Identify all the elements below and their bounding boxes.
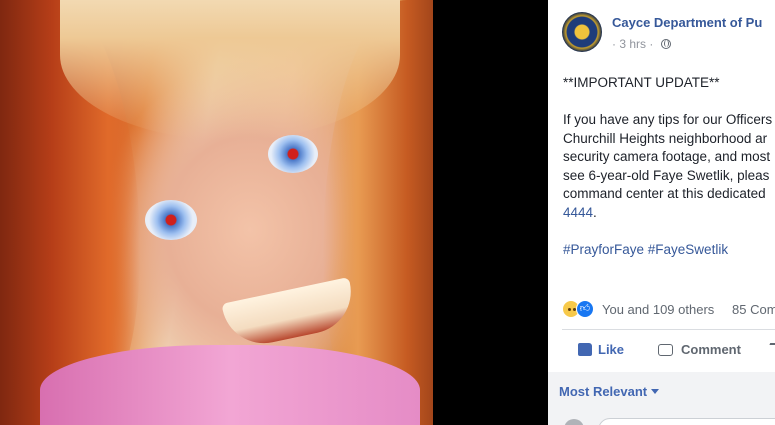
photo-shirt <box>40 345 420 425</box>
post-line <box>563 222 775 241</box>
divider <box>562 329 775 330</box>
comment-sort-dropdown[interactable]: Most Relevant <box>559 384 660 399</box>
comment-label: Comment <box>681 342 741 357</box>
phone-suffix: . <box>593 204 597 220</box>
action-bar: Like Comment <box>562 336 775 366</box>
like-label: Like <box>598 342 625 357</box>
page-name-link[interactable]: Cayce Department of Pu <box>612 15 762 30</box>
post-line: If you have any tips for our Officers <box>563 112 773 127</box>
post-line: **IMPORTANT UPDATE** <box>563 75 720 90</box>
thumbs-up-icon <box>578 343 592 356</box>
post-line: see 6-year-old Faye Swetlik, pleas <box>563 167 770 183</box>
comments-count[interactable]: 85 Com <box>732 302 775 317</box>
comment-bubble-icon <box>658 344 673 356</box>
post-line: command center at this dedicated <box>563 186 766 201</box>
post-header: Cayce Department of Pu · 3 hrs · <box>562 10 775 54</box>
post-text: **IMPORTANT UPDATE** If you have any tip… <box>563 74 775 259</box>
phone-link[interactable]: 4444 <box>563 205 593 220</box>
avatar <box>564 419 584 425</box>
photo-eye-right <box>268 135 318 173</box>
comment-input[interactable] <box>598 418 775 425</box>
comments-area: Most Relevant <box>548 372 775 425</box>
sort-label: Most Relevant <box>559 384 648 399</box>
globe-icon <box>660 39 671 49</box>
post-line <box>563 93 775 112</box>
like-button[interactable]: Like <box>578 342 624 357</box>
post-line: security camera footage, and most <box>563 149 771 164</box>
photo-eye-left <box>145 200 197 240</box>
post-meta: · 3 hrs · <box>612 37 671 51</box>
post-line: Churchill Heights neighborhood ar <box>563 130 768 146</box>
reactions-bar: 👍︎ You and 109 others 85 Com <box>562 300 775 320</box>
page-avatar[interactable] <box>562 12 602 52</box>
chevron-down-icon <box>651 389 660 394</box>
share-arrow-icon <box>765 343 775 355</box>
share-button[interactable] <box>765 342 775 357</box>
post-line: 4444. <box>563 204 775 223</box>
reaction-summary[interactable]: You and 109 others <box>602 302 714 317</box>
like-reaction-icon: 👍︎ <box>576 300 594 318</box>
post-photo[interactable] <box>0 0 433 425</box>
post-panel: Cayce Department of Pu · 3 hrs · **IMPOR… <box>548 0 775 425</box>
hashtags[interactable]: #PrayforFaye #FayeSwetlik <box>563 241 775 260</box>
comment-button[interactable]: Comment <box>658 342 741 357</box>
post-timestamp[interactable]: 3 hrs <box>619 37 646 51</box>
